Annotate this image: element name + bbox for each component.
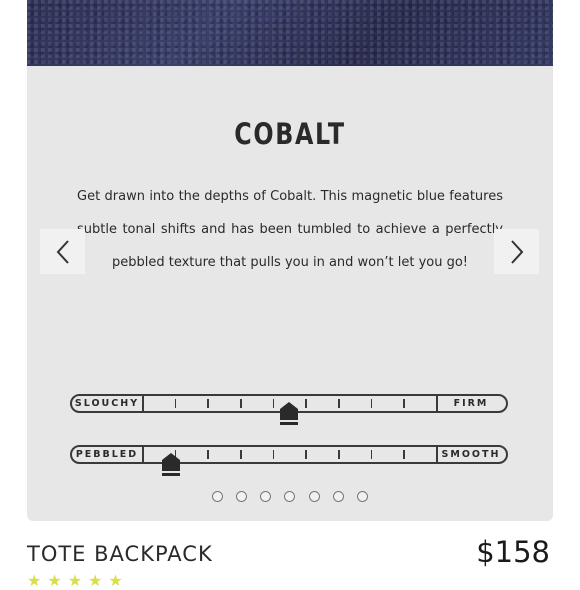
scale-tick [403,450,405,459]
star-icon: ★ [27,573,42,590]
pagination-dot[interactable] [260,491,272,502]
pagination-dot[interactable] [284,491,296,502]
pagination-dot[interactable] [236,491,248,502]
scale-tick [305,450,307,459]
star-icon: ★ [88,573,103,590]
scale-tick [240,399,242,408]
product-price: $158 [476,535,550,569]
scale-tick [370,399,373,408]
scale-tick [338,450,340,459]
scale-tick [403,399,405,408]
pagination-dots [212,491,368,505]
scale-tick [272,399,275,408]
pagination-dot[interactable] [212,491,223,502]
scale-left-label: SLOUCHY [74,398,140,409]
scale-marker-icon [162,453,181,477]
color-info-card: COBALT Get drawn into the depths of Coba… [27,0,553,521]
scale-right-label: SMOOTH [441,449,501,460]
leather-texture-image [27,0,553,66]
scale-left-label: PEBBLED [75,449,139,460]
previous-button[interactable] [40,229,85,274]
texture-scale: PEBBLED SMOOTH [70,445,508,464]
scale-right-label: FIRM [453,398,489,409]
scale-divider [436,447,438,462]
scale-tick [370,450,373,459]
scale-tick [207,399,209,408]
color-description: Get drawn into the depths of Cobalt. Thi… [77,189,503,270]
scale-tick [240,450,242,459]
scale-divider [142,396,144,411]
scale-divider [142,447,144,462]
chevron-left-icon [56,239,69,264]
star-icon: ★ [67,573,83,590]
scale-tick [272,450,275,459]
star-icon: ★ [108,573,123,590]
color-title: COBALT [234,117,346,151]
scale-tick [305,399,307,408]
star-icon: ★ [47,573,62,590]
scale-tick [338,399,340,408]
scale-divider [436,396,438,411]
next-button[interactable] [494,229,539,274]
pagination-dot[interactable] [332,491,344,502]
rating-stars: ★ ★ ★ ★ ★ [27,574,123,590]
scale-tick [207,450,209,459]
pagination-dot[interactable] [308,491,320,502]
chevron-right-icon [510,239,523,264]
pagination-dot[interactable] [356,491,368,502]
product-name: TOTE BACKPACK [27,542,213,566]
scale-marker-icon [280,402,298,426]
scale-tick [174,399,177,408]
